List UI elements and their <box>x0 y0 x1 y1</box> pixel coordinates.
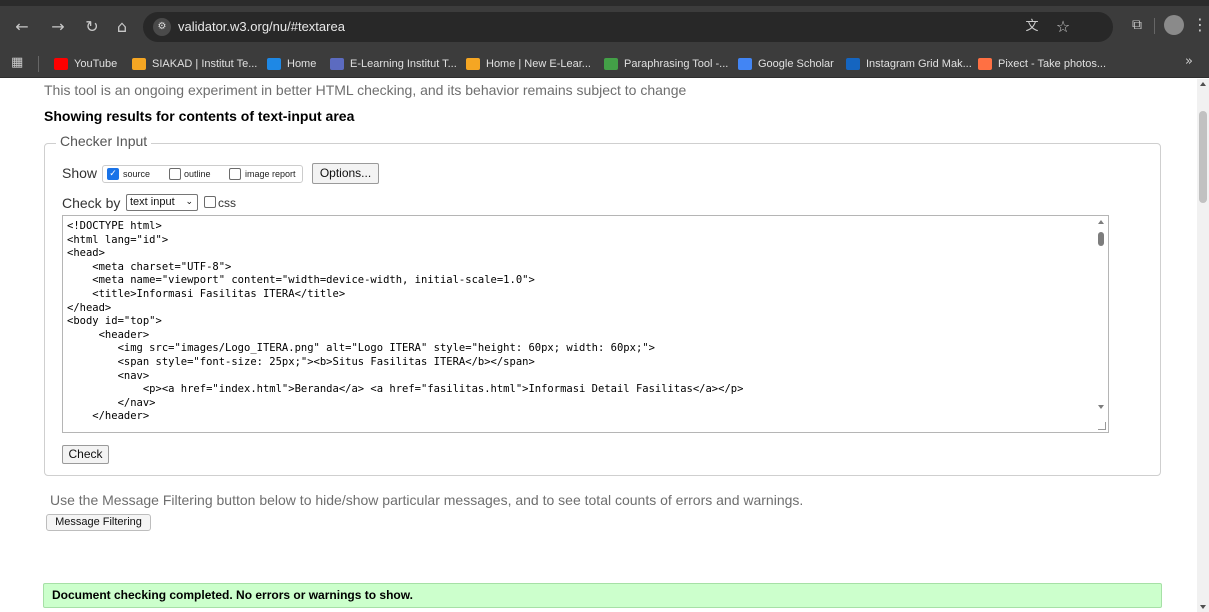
home-icon: ⌂ <box>116 17 128 36</box>
image-report-label[interactable]: image report <box>245 169 296 179</box>
message-filtering-button[interactable]: Message Filtering <box>46 514 151 531</box>
extensions-icon[interactable]: ⧉ <box>1128 16 1146 34</box>
scroll-down-arrow-icon[interactable] <box>1098 405 1104 409</box>
arrow-right-icon: → <box>51 17 65 36</box>
checker-input-legend: Checker Input <box>56 133 152 149</box>
toolbar-divider <box>1154 18 1155 34</box>
translate-icon[interactable]: 文 <box>1023 18 1041 36</box>
css-label[interactable]: css <box>218 196 236 210</box>
arrow-left-icon: ← <box>15 17 29 36</box>
show-label: Show <box>62 165 98 181</box>
check-by-label: Check by <box>62 195 121 211</box>
bookmark-label: Google Scholar <box>758 58 834 70</box>
textarea-scroll-thumb[interactable] <box>1098 232 1104 246</box>
source-checkbox[interactable]: ✓ <box>107 168 119 180</box>
source-textarea[interactable]: <!DOCTYPE html> <html lang="id"> <head> … <box>62 215 1109 433</box>
youtube-icon <box>54 58 68 70</box>
bookmark-paraphrasing[interactable]: Paraphrasing Tool -... <box>604 55 728 73</box>
css-checkbox[interactable] <box>204 196 216 208</box>
check-by-value: text input <box>130 196 175 208</box>
options-button[interactable]: Options... <box>312 163 379 184</box>
back-button[interactable]: ← <box>12 17 32 37</box>
kebab-menu-icon[interactable]: ⋮ <box>1192 16 1208 36</box>
bookmark-elearning[interactable]: E-Learning Institut T... <box>330 55 457 73</box>
bookmarks-bar: ▦ YouTube SIAKAD | Institut Te... Home E… <box>0 50 1209 78</box>
bookmark-pixect[interactable]: Pixect - Take photos... <box>978 55 1106 73</box>
home-button[interactable]: ⌂ <box>112 17 132 37</box>
outline-label[interactable]: outline <box>184 169 211 179</box>
profile-avatar[interactable] <box>1164 15 1184 35</box>
bookmark-youtube[interactable]: YouTube <box>54 55 117 73</box>
bookmark-home[interactable]: Home <box>267 55 316 73</box>
show-options-group: ✓ source outline image report <box>102 165 303 183</box>
bookmark-label: Instagram Grid Mak... <box>866 58 972 70</box>
resize-grip-icon[interactable] <box>1098 422 1106 430</box>
check-button[interactable]: Check <box>62 445 109 464</box>
siakad-icon <box>132 58 146 70</box>
reload-button[interactable]: ↻ <box>82 17 102 37</box>
intro-text: This tool is an ongoing experiment in be… <box>44 82 687 98</box>
source-label[interactable]: source <box>123 169 150 179</box>
bookmark-new-elearning[interactable]: Home | New E-Lear... <box>466 55 591 73</box>
bookmark-label: Home | New E-Lear... <box>486 58 591 70</box>
scroll-down-arrow-icon[interactable] <box>1200 605 1206 609</box>
google-scholar-icon <box>738 58 752 70</box>
bookmark-label: Pixect - Take photos... <box>998 58 1107 70</box>
site-settings-icon[interactable]: ⚙ <box>153 18 171 36</box>
apps-grid-icon[interactable]: ▦ <box>11 56 25 70</box>
reload-icon: ↻ <box>85 17 99 36</box>
elearning-icon <box>330 58 344 70</box>
home-bookmark-icon <box>267 58 281 70</box>
chevron-down-icon: ⌄ <box>185 197 193 207</box>
bookmarks-divider <box>38 56 39 72</box>
success-message: Document checking completed. No errors o… <box>43 583 1162 608</box>
bookmark-label: E-Learning Institut T... <box>350 58 457 70</box>
more-bookmarks-icon[interactable]: » <box>1185 54 1193 69</box>
instagram-grid-icon <box>846 58 860 70</box>
bookmark-label: YouTube <box>74 58 118 70</box>
filter-instructions: Use the Message Filtering button below t… <box>50 492 804 508</box>
image-report-checkbox[interactable] <box>229 168 241 180</box>
source-code[interactable]: <!DOCTYPE html> <html lang="id"> <head> … <box>67 220 743 424</box>
browser-toolbar: ← → ↻ ⌂ ⚙ validator.w3.org/nu/#textarea … <box>0 0 1209 50</box>
textarea-scrollbar[interactable] <box>1094 216 1108 432</box>
bookmark-label: SIAKAD | Institut Te... <box>152 58 258 70</box>
results-heading: Showing results for contents of text-inp… <box>44 108 355 124</box>
check-by-select[interactable]: text input ⌄ <box>126 194 198 211</box>
bookmark-google-scholar[interactable]: Google Scholar <box>738 55 834 73</box>
bookmark-label: Home <box>287 58 317 70</box>
tab-strip <box>0 0 1209 6</box>
star-icon[interactable]: ☆ <box>1053 17 1073 37</box>
bookmark-siakad[interactable]: SIAKAD | Institut Te... <box>132 55 257 73</box>
bookmark-label: Paraphrasing Tool -... <box>624 58 729 70</box>
page-scroll-thumb[interactable] <box>1199 111 1207 203</box>
forward-button[interactable]: → <box>48 17 68 37</box>
page-scrollbar[interactable] <box>1197 79 1209 612</box>
pixect-icon <box>978 58 992 70</box>
new-elearning-icon <box>466 58 480 70</box>
scroll-up-arrow-icon[interactable] <box>1200 82 1206 86</box>
scroll-up-arrow-icon[interactable] <box>1098 220 1104 224</box>
address-bar[interactable]: ⚙ validator.w3.org/nu/#textarea 文 ☆ <box>143 12 1113 42</box>
bookmark-instagram-grid[interactable]: Instagram Grid Mak... <box>846 55 972 73</box>
url-text[interactable]: validator.w3.org/nu/#textarea <box>178 19 345 34</box>
outline-checkbox[interactable] <box>169 168 181 180</box>
paraphrasing-icon <box>604 58 618 70</box>
page-content: This tool is an ongoing experiment in be… <box>0 79 1197 612</box>
